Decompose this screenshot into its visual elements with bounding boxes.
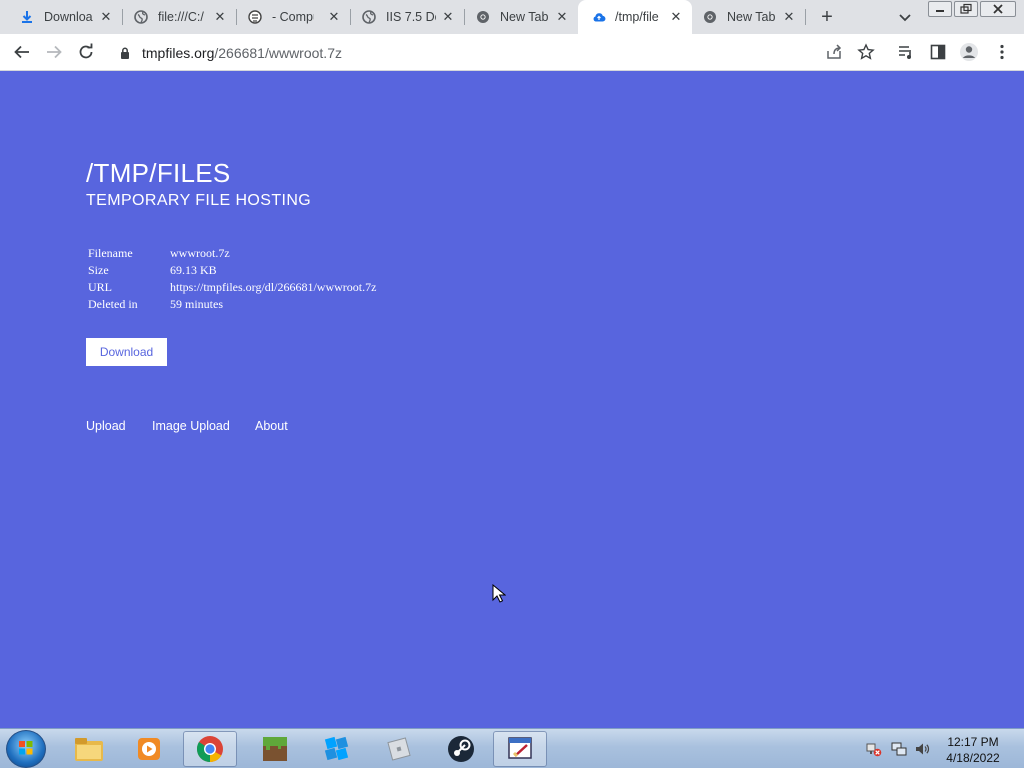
clock-date: 4/18/2022 xyxy=(946,751,1000,765)
new-tab-button[interactable]: + xyxy=(816,6,838,28)
media-controls-icon[interactable] xyxy=(896,42,916,62)
back-button[interactable] xyxy=(12,42,32,62)
more-menu-icon[interactable] xyxy=(992,42,1012,62)
profile-avatar-icon[interactable] xyxy=(959,42,979,62)
tab-search-chevron-icon[interactable] xyxy=(896,8,914,26)
tab-title: New Tab xyxy=(500,10,549,24)
tab-new-tab[interactable]: New Tab ✕ xyxy=(456,0,578,34)
tab-downloads[interactable]: Downloa ✕ xyxy=(0,0,122,34)
close-tab-icon[interactable]: ✕ xyxy=(554,9,570,25)
site-title[interactable]: /TMP/FILES xyxy=(86,158,231,189)
side-panel-icon[interactable] xyxy=(928,42,948,62)
folder-icon xyxy=(75,738,103,761)
url-path: /266681/wwwroot.7z xyxy=(214,45,342,61)
lock-icon[interactable] xyxy=(120,46,130,64)
cloud-upload-icon xyxy=(592,10,606,24)
tab-file[interactable]: file:///C:/ ✕ xyxy=(114,0,236,34)
taskbar-explorer[interactable] xyxy=(62,731,116,767)
paint-icon xyxy=(508,737,532,759)
browser-tab-strip: Downloa ✕ file:///C:/ ✕ - Compu ✕ IIS 7.… xyxy=(0,0,1024,34)
media-player-icon xyxy=(138,738,160,760)
network-icon[interactable] xyxy=(891,741,907,757)
download-button[interactable]: Download xyxy=(86,338,167,366)
tab-separator xyxy=(805,9,806,25)
info-value: 69.13 KB xyxy=(170,263,217,277)
mouse-cursor-icon xyxy=(492,583,507,609)
system-clock[interactable]: 12:17 PM 4/18/2022 xyxy=(940,734,1006,766)
close-tab-icon[interactable]: ✕ xyxy=(781,9,797,25)
browser-toolbar: tmpfiles.org/266681/wwwroot.7z xyxy=(0,34,1024,71)
share-icon[interactable] xyxy=(824,42,844,62)
taskbar-roblox-studio[interactable] xyxy=(310,731,364,767)
network-error-icon[interactable] xyxy=(866,741,882,757)
close-tab-icon[interactable]: ✕ xyxy=(326,9,342,25)
steam-icon xyxy=(448,736,474,762)
chrome-icon xyxy=(476,10,490,24)
close-window-button[interactable] xyxy=(980,1,1016,17)
tab-new-tab-2[interactable]: New Tab ✕ xyxy=(683,0,805,34)
tab-title: IIS 7.5 De xyxy=(386,10,436,24)
tab-iis[interactable]: IIS 7.5 De ✕ xyxy=(342,0,464,34)
close-tab-icon[interactable]: ✕ xyxy=(98,9,114,25)
minecraft-icon xyxy=(263,737,287,761)
url-text: tmpfiles.org/266681/wwwroot.7z xyxy=(142,45,342,61)
taskbar-steam[interactable] xyxy=(434,731,488,767)
chrome-icon xyxy=(196,736,223,763)
taskbar-media-player[interactable] xyxy=(122,731,176,767)
info-value: 59 minutes xyxy=(170,297,223,311)
tab-title: New Tab xyxy=(727,10,776,24)
reload-button[interactable] xyxy=(76,42,96,62)
chrome-icon xyxy=(703,10,717,24)
roblox-icon xyxy=(387,737,411,761)
address-bar[interactable]: tmpfiles.org/266681/wwwroot.7z xyxy=(108,37,884,67)
volume-icon[interactable] xyxy=(914,741,930,757)
download-icon xyxy=(20,10,34,24)
close-tab-icon[interactable]: ✕ xyxy=(212,9,228,25)
tab-title: - Compu xyxy=(272,10,314,24)
tab-title: /tmp/file xyxy=(615,10,659,24)
globe-icon xyxy=(362,10,376,24)
tab-title: file:///C:/ xyxy=(158,10,204,24)
clock-time: 12:17 PM xyxy=(947,735,999,749)
close-tab-icon[interactable]: ✕ xyxy=(440,9,456,25)
info-value: wwwroot.7z xyxy=(170,246,230,260)
taskbar-paint[interactable] xyxy=(493,731,547,767)
start-button[interactable] xyxy=(6,730,46,768)
info-label: Size xyxy=(88,263,109,277)
tab-title: Downloa xyxy=(44,10,93,24)
info-label: Deleted in xyxy=(88,297,138,311)
roblox-studio-icon xyxy=(324,736,349,761)
site-subtitle: TEMPORARY FILE HOSTING xyxy=(86,192,312,209)
taskbar-roblox[interactable] xyxy=(372,731,426,767)
restore-button[interactable] xyxy=(954,1,978,17)
app-icon xyxy=(248,10,262,24)
info-value: https://tmpfiles.org/dl/266681/wwwroot.7… xyxy=(170,280,377,294)
nav-link-image-upload[interactable]: Image Upload xyxy=(152,419,230,433)
minimize-button[interactable] xyxy=(928,1,952,17)
windows-logo-icon xyxy=(19,741,33,755)
taskbar-minecraft[interactable] xyxy=(248,731,302,767)
globe-icon xyxy=(134,10,148,24)
nav-link-upload[interactable]: Upload xyxy=(86,419,126,433)
info-label: Filename xyxy=(88,246,133,260)
close-tab-icon[interactable]: ✕ xyxy=(668,9,684,25)
tab-tmpfiles[interactable]: /tmp/file ✕ xyxy=(578,0,692,34)
windows-taskbar: 12:17 PM 4/18/2022 xyxy=(0,728,1024,768)
page-content: /TMP/FILES TEMPORARY FILE HOSTING Filena… xyxy=(0,72,1024,728)
forward-button[interactable] xyxy=(44,42,64,62)
nav-link-about[interactable]: About xyxy=(255,419,288,433)
info-label: URL xyxy=(88,280,112,294)
bookmark-star-icon[interactable] xyxy=(856,42,876,62)
url-host: tmpfiles.org xyxy=(142,45,215,61)
tab-computer[interactable]: - Compu ✕ xyxy=(228,0,350,34)
taskbar-chrome[interactable] xyxy=(183,731,237,767)
